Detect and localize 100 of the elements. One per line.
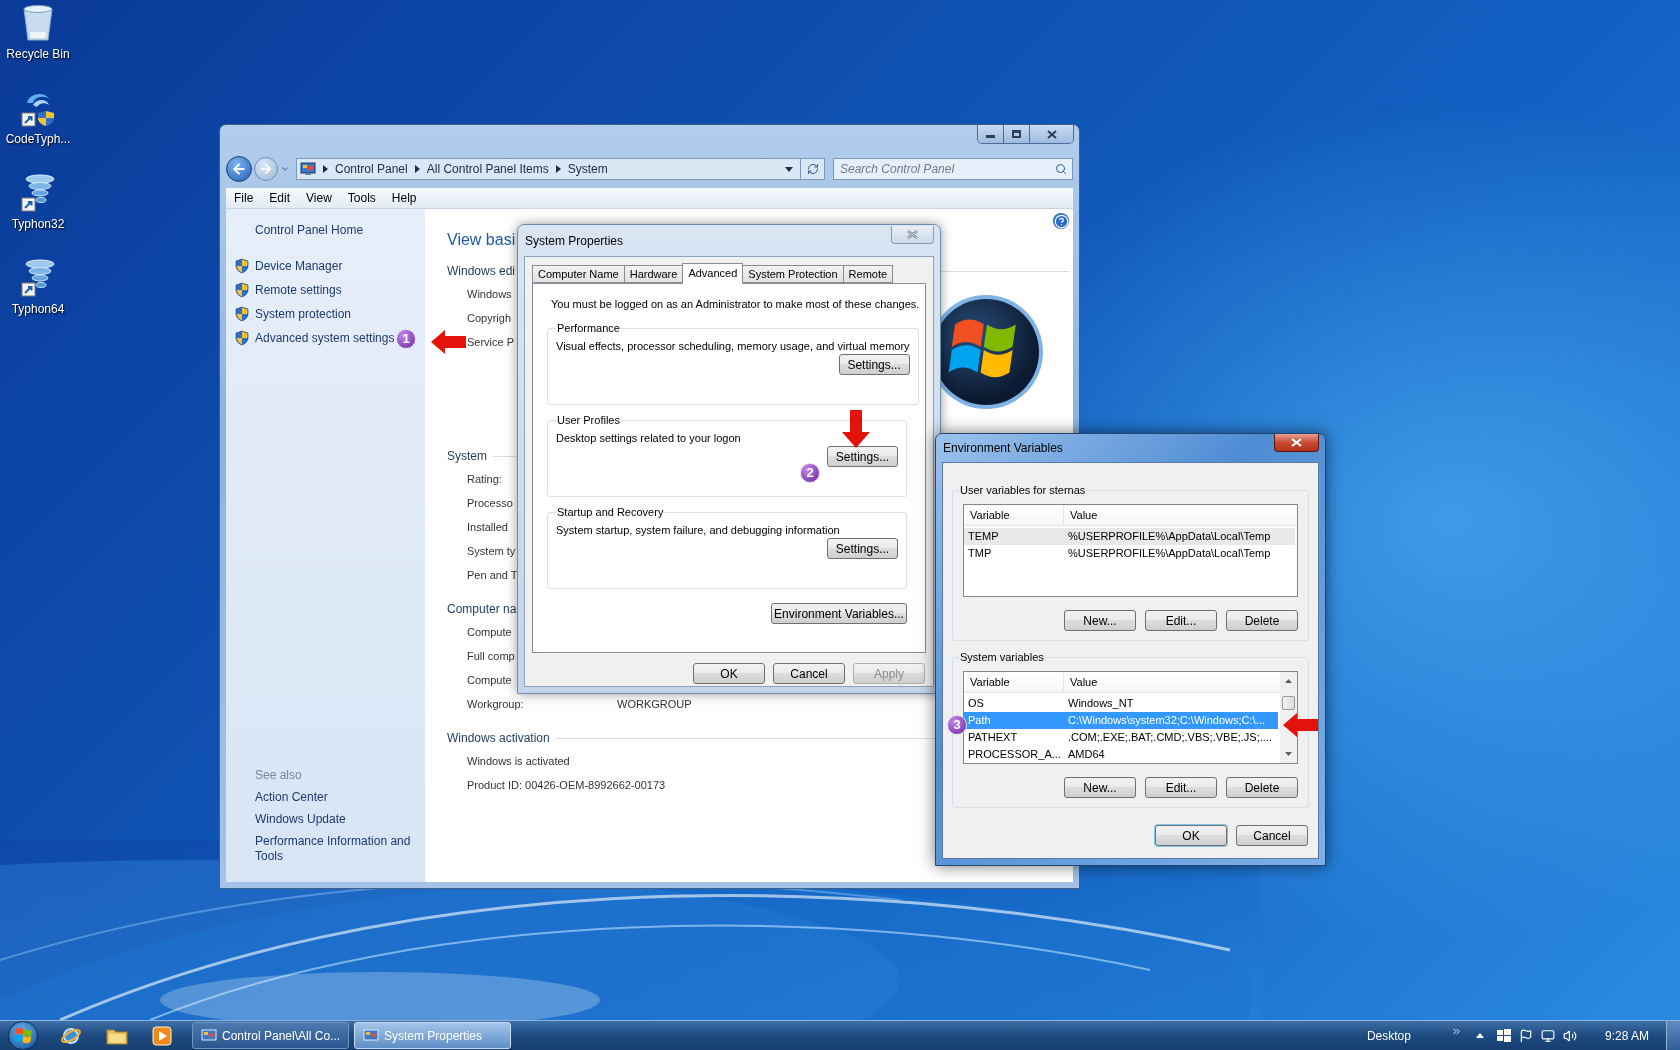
section-heading: System [447, 448, 487, 465]
shield-icon [234, 306, 250, 322]
info-label: Rating: [467, 471, 502, 487]
variable-button[interactable]: Edit... [1145, 777, 1217, 798]
list-row[interactable]: OS Windows_NT [964, 695, 1278, 712]
variable-button[interactable]: Delete [1226, 610, 1298, 631]
sidebar-link[interactable]: System protection [255, 306, 352, 322]
table-cell-text: %USERPROFILE%\AppData\Local\Temp [1067, 529, 1272, 545]
clock[interactable]: 9:28 AM [1604, 1026, 1649, 1045]
menu-item[interactable]: View [298, 189, 340, 207]
column-header[interactable]: Value [1064, 505, 1297, 525]
dialog-button[interactable]: Cancel [1236, 825, 1308, 846]
list-row[interactable]: TMP %USERPROFILE%\AppData\Local\Temp [964, 545, 1295, 562]
desktop-icon-label[interactable]: Typhon32 [11, 215, 65, 233]
breadcrumb-item[interactable]: System [567, 160, 608, 178]
toolbar-label[interactable]: Desktop [1366, 1026, 1411, 1045]
tab[interactable]: Advanced [682, 263, 744, 284]
minimize-button[interactable] [978, 125, 1004, 143]
start-button[interactable] [8, 1021, 38, 1050]
maximize-button[interactable] [1004, 125, 1030, 143]
play-icon[interactable] [152, 1025, 172, 1046]
chevron-icon [414, 165, 420, 173]
desktop-icon-label[interactable]: CodeTyph... [5, 130, 71, 148]
taskbar-button[interactable]: Control Panel\All Co... [192, 1022, 349, 1049]
close-button[interactable] [1030, 125, 1073, 143]
menu-item[interactable]: File [226, 189, 262, 207]
column-header[interactable]: Variable [964, 505, 1064, 525]
scroll-thumb[interactable] [1282, 696, 1295, 710]
table-cell-text: TMP [967, 546, 993, 562]
info-label: Processo [467, 495, 513, 511]
info-label: Compute [467, 624, 512, 640]
group-description: System startup, system failure, and debugging information [556, 523, 840, 538]
flag-icon [14, 1026, 32, 1045]
breadcrumb-item[interactable]: All Control Panel Items [426, 160, 549, 178]
search-field[interactable]: Search Control Panel [833, 158, 1073, 180]
sidebar-link[interactable]: Action Center [255, 790, 415, 805]
menu-item[interactable]: Help [383, 189, 425, 207]
tab[interactable]: System Protection [742, 265, 844, 283]
settings-button[interactable]: Settings... [827, 446, 898, 467]
close-button[interactable] [1274, 434, 1319, 452]
variable-button[interactable]: Delete [1226, 777, 1298, 798]
environment-variables-button[interactable]: Environment Variables... [771, 603, 907, 624]
tab[interactable]: Remote [842, 265, 894, 283]
scroll-down-icon [1285, 752, 1292, 756]
settings-button[interactable]: Settings... [827, 538, 898, 559]
callout-arrow [431, 330, 466, 354]
dialog-button[interactable]: OK [1155, 825, 1227, 846]
breadcrumb-item[interactable]: Control Panel [335, 160, 408, 178]
desktop-icon-label[interactable]: Recycle Bin [6, 45, 70, 63]
column-header[interactable]: Variable [964, 672, 1064, 692]
sidebar-link[interactable]: Remote settings [255, 282, 342, 298]
table-cell-text: TEMP [967, 529, 1000, 545]
show-desktop-button[interactable] [1666, 1021, 1680, 1050]
group-description: Desktop settings related to your logon [556, 431, 741, 446]
menu-item[interactable]: Edit [261, 189, 299, 207]
dialog-button[interactable]: Cancel [773, 663, 845, 684]
list-row[interactable]: TEMP %USERPROFILE%\AppData\Local\Temp [964, 528, 1295, 545]
variable-button[interactable]: New... [1064, 777, 1136, 798]
dialog-button[interactable]: OK [693, 663, 765, 684]
chevron-icon[interactable] [1450, 1026, 1462, 1037]
table-cell-text: C:\Windows\system32;C:\Windows;C:\... [1067, 713, 1266, 729]
settings-button[interactable]: Settings... [838, 354, 910, 375]
volume-icon[interactable] [1562, 1028, 1577, 1043]
tab[interactable]: Computer Name [532, 265, 625, 283]
network-icon[interactable] [1540, 1028, 1555, 1043]
close-icon [907, 230, 918, 239]
tab[interactable]: Hardware [623, 265, 684, 283]
shield-icon [234, 258, 250, 274]
table-cell-text: OS [967, 696, 985, 712]
help-icon[interactable] [1053, 213, 1069, 229]
chevron-icon [323, 165, 328, 173]
history-dropdown-icon [280, 164, 290, 174]
tornado-icon [19, 174, 57, 212]
menu-item[interactable]: Tools [339, 189, 384, 207]
address-bar[interactable]: Control Panel All Control Panel Items System [296, 158, 825, 180]
flag-icon[interactable] [1518, 1028, 1533, 1043]
tiles-icon [1496, 1028, 1511, 1043]
info-label: Installed [467, 519, 508, 535]
show-hidden-icon[interactable] [1475, 1033, 1484, 1038]
search-icon [1055, 163, 1067, 175]
section-heading: Windows activation [447, 730, 550, 747]
sidebar-link[interactable]: Performance Information and Tools [255, 834, 415, 864]
table-cell-text: PROCESSOR_A... [967, 747, 1062, 763]
sidebar-link[interactable]: Windows Update [255, 812, 415, 827]
list-row[interactable]: PROCESSOR_A... AMD64 [964, 746, 1278, 763]
sidebar-link[interactable]: Control Panel Home [255, 222, 425, 238]
dropdown-icon [785, 166, 793, 172]
back-button[interactable] [226, 156, 252, 182]
window-title: System Properties [525, 232, 624, 250]
list-row[interactable]: PATHEXT .COM;.EXE;.BAT;.CMD;.VBS;.VBE;.JS;.... [964, 729, 1278, 746]
variable-button[interactable]: Edit... [1145, 610, 1217, 631]
table-cell-text: Path [967, 713, 992, 729]
callout-arrow [1283, 713, 1318, 737]
column-header[interactable]: Value [1064, 672, 1280, 692]
close-icon [1291, 438, 1302, 447]
sidebar-link[interactable]: Device Manager [255, 258, 343, 274]
variable-button[interactable]: New... [1064, 610, 1136, 631]
sidebar-link[interactable]: Advanced system settings [255, 330, 395, 346]
page-title: View basi [447, 230, 516, 250]
desktop-icon-label[interactable]: Typhon64 [11, 300, 65, 318]
